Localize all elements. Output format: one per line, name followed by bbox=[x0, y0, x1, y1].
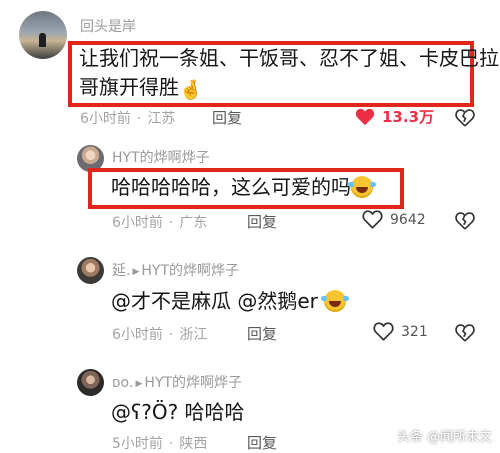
comment-text: @才不是麻瓜 @然鹅er bbox=[111, 289, 318, 313]
comment-username[interactable]: 回头是岸 bbox=[80, 16, 136, 36]
comment-meta: 5小时前 · 陕西 bbox=[112, 436, 208, 452]
comment-meta: 6小时前 · 浙江 bbox=[112, 327, 208, 343]
comment-location: 江苏 bbox=[147, 111, 176, 127]
comment-time: 5小时前 bbox=[112, 436, 163, 452]
comment-time: 6小时前 bbox=[112, 327, 163, 343]
avatar[interactable] bbox=[77, 369, 104, 396]
comment-text-row: @才不是麻瓜 @然鹅er bbox=[111, 287, 350, 316]
like-button[interactable]: 9642 bbox=[362, 210, 426, 229]
comment-username[interactable]: 延. bbox=[112, 263, 130, 279]
like-button[interactable]: 321 bbox=[373, 322, 428, 341]
like-count: 9642 bbox=[390, 211, 426, 228]
finger-heart-emoji: 🤞 bbox=[179, 79, 203, 101]
comment-username[interactable]: HYT的烨啊烨子 bbox=[112, 147, 210, 167]
laugh-cry-emoji bbox=[321, 290, 350, 312]
laugh-cry-emoji bbox=[348, 176, 376, 198]
comment-username[interactable]: ᴅᴏ. bbox=[112, 375, 134, 391]
avatar[interactable] bbox=[19, 11, 67, 59]
like-count: 13.3万 bbox=[382, 108, 435, 126]
reply-button[interactable]: 回复 bbox=[212, 107, 242, 128]
heart-outline-icon bbox=[362, 210, 383, 229]
comment-text: 让我们祝一条姐、干饭哥、忍不了姐、卡皮巴拉 bbox=[79, 46, 499, 70]
comment-username-row: 延. ▶ HYT的烨啊烨子 bbox=[112, 260, 239, 280]
avatar[interactable] bbox=[77, 257, 104, 284]
comment-username-row: ᴅᴏ. ▶ HYT的烨啊烨子 bbox=[112, 372, 242, 392]
reply-button[interactable]: 回复 bbox=[247, 211, 277, 232]
watermark: 头条 @闻所未文 bbox=[396, 430, 492, 445]
reply-button[interactable]: 回复 bbox=[247, 432, 277, 453]
comment-text: @ʕ?Ö? 哈哈哈 bbox=[111, 400, 245, 424]
comment-meta: 6小时前 · 广东 bbox=[112, 215, 208, 231]
reply-to-username[interactable]: HYT的烨啊烨子 bbox=[144, 375, 242, 391]
comment-time: 6小时前 bbox=[80, 111, 131, 127]
dislike-icon[interactable] bbox=[455, 108, 475, 128]
comment-text-line2: 哥旗开得胜🤞 bbox=[79, 73, 203, 105]
reply-arrow-icon: ▶ bbox=[135, 379, 143, 389]
heart-filled-icon bbox=[355, 108, 375, 125]
reply-arrow-icon: ▶ bbox=[132, 267, 140, 277]
heart-outline-icon bbox=[373, 322, 394, 341]
dislike-icon[interactable] bbox=[455, 211, 475, 231]
comment-location: 浙江 bbox=[179, 327, 208, 343]
like-button[interactable]: 13.3万 bbox=[355, 106, 434, 127]
like-count: 321 bbox=[401, 323, 428, 340]
reply-to-username[interactable]: HYT的烨啊烨子 bbox=[141, 263, 239, 279]
reply-button[interactable]: 回复 bbox=[247, 323, 277, 344]
comment-location: 陕西 bbox=[179, 436, 208, 452]
comment-text-row: 哈哈哈哈哈，这么可爱的吗 bbox=[111, 173, 376, 202]
comment-text: 哈哈哈哈哈，这么可爱的吗 bbox=[111, 175, 351, 199]
comment-time: 6小时前 bbox=[112, 215, 163, 231]
dislike-icon[interactable] bbox=[455, 323, 475, 343]
comment-location: 广东 bbox=[179, 215, 208, 231]
comment-text-part: 哥旗开得胜 bbox=[79, 75, 179, 99]
comment-meta: 6小时前 · 江苏 bbox=[80, 111, 176, 127]
